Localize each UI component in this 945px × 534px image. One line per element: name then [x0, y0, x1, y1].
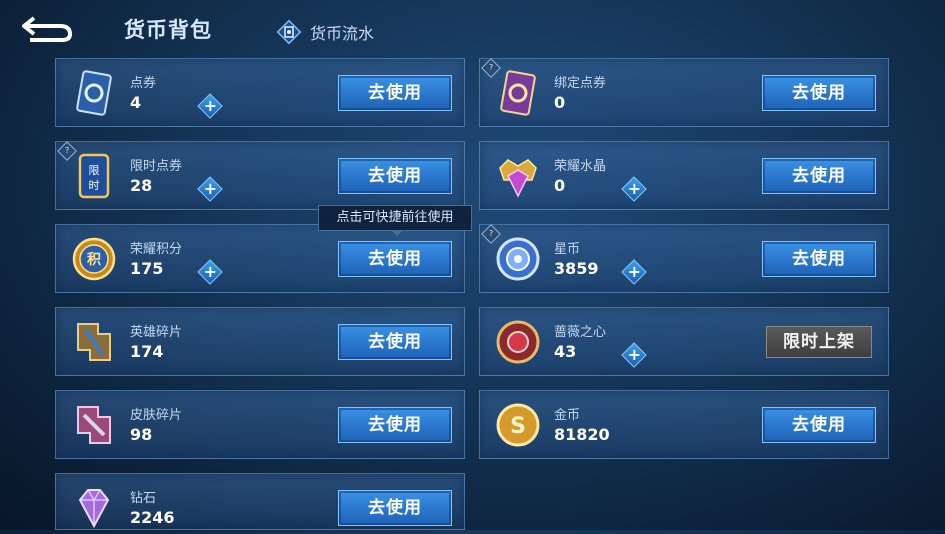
gold-coin-icon: S	[496, 403, 540, 447]
glory-crystal-icon	[499, 159, 537, 198]
currency-amount: 43	[554, 342, 577, 361]
currency-name: 金币	[554, 408, 581, 423]
currency-amount: 28	[130, 176, 153, 195]
back-arrow-icon	[22, 16, 73, 42]
use-star-coin-button[interactable]: 去使用	[762, 241, 876, 277]
use-glory-points-button[interactable]: 去使用	[338, 241, 452, 277]
rose-heart-icon	[496, 320, 540, 364]
limited-coupon-icon: 限 时	[78, 153, 110, 199]
svg-text:积: 积	[87, 251, 101, 268]
currency-card-star-coin: ? 星币 3859 去使用	[479, 224, 889, 293]
use-gold-coin-button[interactable]: 去使用	[762, 407, 876, 443]
currency-flow-label: 货币流水	[310, 24, 375, 43]
currency-amount: 0	[554, 93, 566, 112]
currency-amount: 4	[130, 93, 142, 112]
add-star-coin-button[interactable]	[621, 259, 647, 285]
top-bar: 货币背包 货币流水	[0, 0, 945, 58]
page-title: 货币背包	[124, 18, 212, 42]
currency-amount: 81820	[554, 425, 610, 444]
currency-amount: 2246	[130, 508, 175, 527]
hero-fragment-icon	[77, 323, 111, 361]
currency-card-rose-heart: 蔷薇之心 43 限时上架	[479, 307, 889, 376]
currency-amount: 98	[130, 425, 153, 444]
add-limited-coupon-button[interactable]	[197, 176, 223, 202]
currency-flow-link[interactable]: 货币流水	[276, 19, 374, 45]
diamond-icon	[78, 489, 110, 529]
currency-card-bound-coupon: ? 绑定点券 0 去使用	[479, 58, 889, 127]
currency-name: 钻石	[130, 491, 157, 506]
currency-amount: 3859	[554, 259, 599, 278]
bound-coupon-card-icon	[500, 70, 536, 116]
currency-card-hero-fragment: 英雄碎片 174 去使用	[55, 307, 465, 376]
limited-sale-button[interactable]: 限时上架	[766, 326, 872, 358]
shortcut-tooltip: 点击可快捷前往使用	[318, 205, 472, 236]
use-limited-coupon-button[interactable]: 去使用	[338, 158, 452, 194]
currency-name: 蔷薇之心	[554, 325, 607, 340]
currency-name: 限时点券	[130, 159, 183, 174]
currency-card-skin-fragment: 皮肤碎片 98 去使用	[55, 390, 465, 459]
currency-name: 荣耀积分	[130, 242, 183, 257]
currency-name: 点券	[130, 76, 157, 91]
currency-card-glory-crystal: 荣耀水晶 0 去使用	[479, 141, 889, 210]
currency-name: 星币	[554, 242, 581, 257]
star-coin-icon	[496, 237, 540, 281]
currency-card-limited-coupon: ? 限 时 限时点券 28 去使用	[55, 141, 465, 210]
skin-fragment-icon	[77, 406, 111, 444]
currency-name: 英雄碎片	[130, 325, 183, 340]
svg-text:S: S	[510, 414, 526, 439]
svg-text:时: 时	[89, 179, 100, 192]
use-hero-fragment-button[interactable]: 去使用	[338, 324, 452, 360]
coupon-card-icon	[76, 70, 112, 116]
ledger-icon	[276, 19, 302, 45]
currency-name: 荣耀水晶	[554, 159, 607, 174]
currency-card-coupon: 点券 4 去使用	[55, 58, 465, 127]
use-coupon-button[interactable]: 去使用	[338, 75, 452, 111]
currency-card-gold-coin: S 金币 81820 去使用	[479, 390, 889, 459]
add-rose-heart-button[interactable]	[621, 342, 647, 368]
glory-points-icon: 积	[72, 237, 116, 281]
currency-amount: 0	[554, 176, 566, 195]
currency-card-glory-points: 积 荣耀积分 175 去使用	[55, 224, 465, 293]
currency-amount: 175	[130, 259, 164, 278]
use-diamond-button[interactable]: 去使用	[338, 490, 452, 526]
currency-amount: 174	[130, 342, 164, 361]
use-glory-crystal-button[interactable]: 去使用	[762, 158, 876, 194]
use-skin-fragment-button[interactable]: 去使用	[338, 407, 452, 443]
back-button[interactable]	[20, 12, 76, 46]
add-glory-points-button[interactable]	[197, 259, 223, 285]
currency-card-diamond: 钻石 2246 去使用	[55, 473, 465, 530]
add-coupon-button[interactable]	[197, 93, 223, 119]
svg-text:限: 限	[89, 164, 100, 177]
currency-name: 皮肤碎片	[130, 408, 183, 423]
add-glory-crystal-button[interactable]	[621, 176, 647, 202]
currency-name: 绑定点券	[554, 76, 607, 91]
use-bound-coupon-button[interactable]: 去使用	[762, 75, 876, 111]
